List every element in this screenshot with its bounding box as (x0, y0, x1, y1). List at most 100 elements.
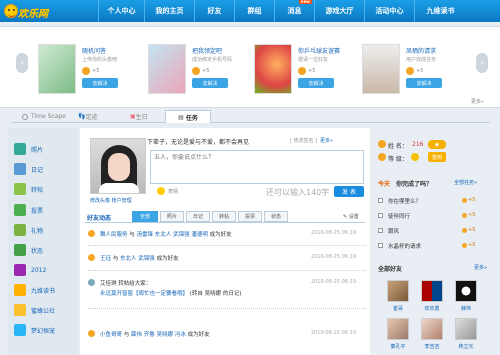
user-link[interactable]: 东北人 (155, 232, 172, 238)
friend-avatar[interactable] (421, 280, 443, 302)
friend-name[interactable]: 秦孔平 (383, 343, 413, 350)
user-link[interactable]: 小鱼哥哥 (100, 332, 122, 338)
sidebar-label: 九维读书 (31, 287, 56, 295)
tab-footprint[interactable]: 👣 足迹 (78, 110, 118, 123)
sidebar-item-vote[interactable]: 投票 (14, 202, 74, 218)
avatar[interactable] (90, 138, 146, 194)
tab-task[interactable]: ▤ 任务 (165, 110, 211, 123)
sidebar-item-status[interactable]: 状态 (14, 242, 74, 258)
friend-name[interactable]: 李吉吉 (417, 343, 447, 350)
friend-name[interactable]: 薛伟 (451, 305, 481, 312)
repost-icon (14, 183, 26, 195)
user-link[interactable]: 东北人 (120, 256, 137, 262)
promo-thumbnail[interactable] (148, 44, 186, 94)
promo-more-link[interactable]: 更多» (471, 98, 484, 105)
friend-avatar[interactable] (455, 280, 477, 302)
feed-tab-photos[interactable]: 照片 (160, 211, 184, 222)
sidebar-item-pet[interactable]: 梦幻恒宠 (14, 322, 74, 338)
friend-name[interactable]: 欢欣勇 (417, 305, 447, 312)
avatar-links[interactable]: 修改头像 帐户管理 (90, 197, 132, 204)
task-checkbox[interactable] (378, 213, 383, 218)
promo-thumbnail[interactable] (38, 44, 76, 94)
promo-title[interactable]: 凤栖的请求 (406, 46, 436, 55)
friend-avatar[interactable] (421, 318, 443, 340)
friend-avatar[interactable] (455, 318, 477, 340)
user-link[interactable]: 武锦强 (138, 256, 155, 262)
task-text[interactable]: 跟风 (388, 227, 399, 235)
site-logo[interactable]: 欢乐网 (4, 3, 52, 20)
promo-title[interactable]: 随机问答 (82, 46, 106, 55)
nav-reading[interactable]: 九维读书 (414, 0, 466, 22)
user-link[interactable]: 武锦强 (173, 232, 190, 238)
user-link[interactable]: 潘德明 (191, 232, 208, 238)
nav-game-hall[interactable]: 游戏大厅 (314, 0, 364, 22)
nav-activity-center[interactable]: 活动中心 (364, 0, 414, 22)
tasks-question: 你完成了吗？ (396, 181, 433, 188)
feed-tab-vote[interactable]: 投票 (238, 211, 262, 222)
user-link[interactable]: 薛伟 (131, 332, 142, 338)
nav-groups[interactable]: 群组 (234, 0, 274, 22)
edit-signature-link[interactable]: [ 修改签名 ] (290, 137, 317, 144)
sidebar-item-gift[interactable]: 礼物 (14, 222, 74, 238)
tab-birthday[interactable]: ▣ 生日 (130, 110, 170, 123)
friend-name[interactable]: 崔哥 (383, 305, 413, 312)
status-input-box[interactable] (150, 150, 364, 184)
sidebar-item-repost[interactable]: 转帖 (14, 181, 74, 197)
feed-tab-status[interactable]: 状态 (264, 211, 288, 222)
solve-button[interactable]: 去解决 (82, 78, 118, 88)
status-input[interactable] (154, 154, 354, 161)
sidebar-item-2012[interactable]: 2012 (14, 262, 74, 278)
feed-settings-link[interactable]: ✎ 设置 (343, 213, 359, 220)
emoticon-icon[interactable] (157, 187, 165, 195)
user-link[interactable]: 吴晓娜 (157, 332, 174, 338)
sidebar-item-diary[interactable]: 日记 (14, 161, 74, 177)
friend-avatar[interactable] (387, 318, 409, 340)
feed-tab-repost[interactable]: 转帖 (212, 211, 236, 222)
sidebar-label: 照片 (31, 146, 44, 154)
user-link[interactable]: 舞人民服务 (100, 232, 128, 238)
user-link[interactable]: 冯冰 (175, 332, 186, 338)
sidebar-item-reading[interactable]: 九维读书 (14, 282, 74, 298)
promo-thumbnail[interactable] (362, 44, 400, 94)
emoticon-label[interactable]: 表情 (168, 188, 178, 195)
task-checkbox[interactable] (378, 243, 383, 248)
task-text[interactable]: 徒伴同行 (388, 212, 410, 220)
promo-title[interactable]: 把我领定吧 (192, 46, 222, 55)
sidebar-label: 礼物 (31, 227, 44, 235)
nav-friends[interactable]: 好友 (194, 0, 234, 22)
task-checkbox[interactable] (378, 198, 383, 203)
nav-messages[interactable]: 消息 new (274, 0, 314, 22)
carousel-next-button[interactable]: › (476, 53, 488, 73)
sign-in-button[interactable]: 签到 (428, 152, 446, 162)
friends-more-link[interactable]: 更多» (474, 264, 487, 271)
nav-my-homepage[interactable]: 我的主页 (144, 0, 194, 22)
user-link[interactable]: 汤雷锋 (137, 232, 154, 238)
sidebar-item-bee[interactable]: 蜜蜂公社 (14, 302, 74, 318)
solve-button[interactable]: 去解决 (192, 78, 228, 88)
promo-title[interactable]: 你乒乓球友谊赛 (298, 46, 340, 55)
post-title-link[interactable]: 永远莫开窗窗【周忙也一定要看哦】 (100, 291, 188, 297)
friend-avatar[interactable] (387, 280, 409, 302)
user-link[interactable]: 王珏 (100, 256, 111, 262)
feed-timestamp: 2010-08-25 06:19 (310, 330, 356, 336)
sidebar-item-photos[interactable]: 照片 (14, 141, 74, 157)
tab-timescape[interactable]: Time Scape (22, 110, 72, 123)
signature-more-link[interactable]: 更多» (320, 137, 333, 144)
carousel-prev-button[interactable]: ‹ (16, 53, 28, 73)
promo-thumbnail[interactable] (254, 44, 292, 94)
solve-button[interactable]: 去解决 (298, 78, 334, 88)
all-tasks-link[interactable]: 全部任务» (454, 179, 477, 186)
nav-personal-center[interactable]: 个人中心 (98, 0, 144, 22)
user-link[interactable]: 齐鲁 (144, 332, 155, 338)
feed-tab-diary[interactable]: 日记 (186, 211, 210, 222)
task-checkbox[interactable] (378, 228, 383, 233)
feed-tab-all[interactable]: 全部 (132, 211, 158, 222)
tab-footprint-label: 足迹 (85, 114, 98, 121)
friend-name[interactable]: 蒋立元 (451, 343, 481, 350)
friend-icon (88, 230, 95, 237)
promo-subtitle: 用户完成任务 (406, 57, 437, 63)
task-text[interactable]: 你在哪里么？ (388, 197, 421, 205)
task-text[interactable]: 水晶杯的请求 (388, 242, 421, 250)
publish-button[interactable]: 发 表 (334, 186, 364, 197)
solve-button[interactable]: 去解决 (406, 78, 442, 88)
